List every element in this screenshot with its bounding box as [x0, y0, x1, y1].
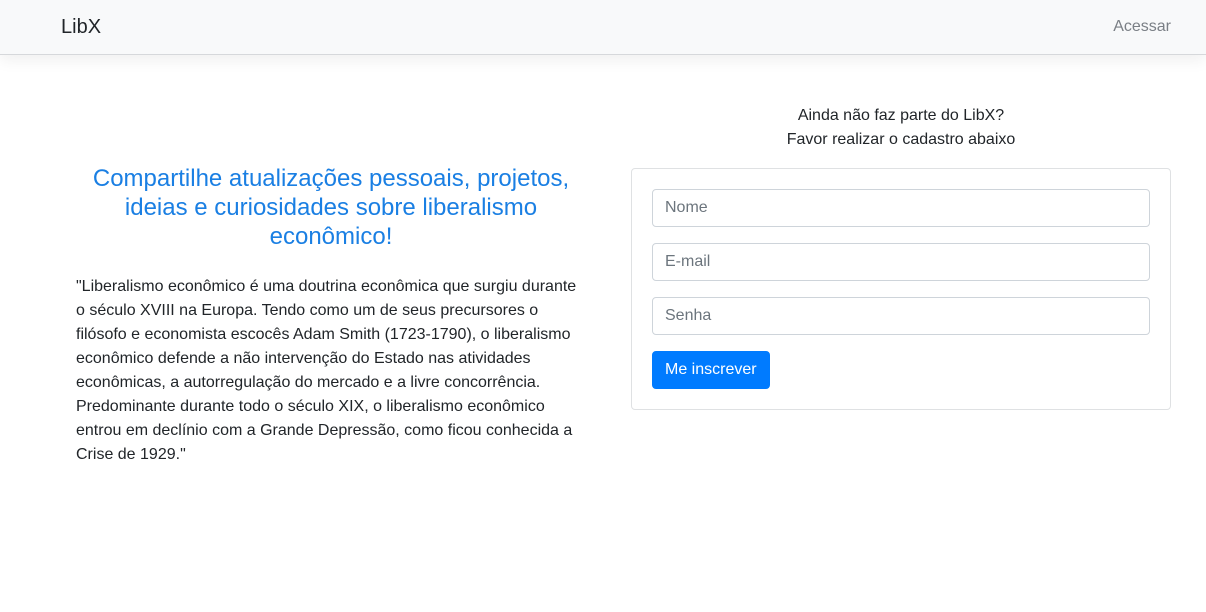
login-link[interactable]: Acessar [1113, 17, 1171, 37]
signup-form-card: Me inscrever [631, 168, 1171, 410]
hero-quote: "Liberalismo econômico é uma doutrina ec… [76, 278, 577, 463]
brand-logo-link[interactable]: LibX [61, 14, 101, 40]
name-field[interactable] [652, 189, 1150, 227]
top-navbar: LibX Acessar [0, 0, 1206, 55]
signup-intro-line1: Ainda não faz parte do LibX? [797, 107, 1005, 124]
hero-section: Compartilhe atualizações pessoais, proje… [76, 164, 586, 467]
email-field[interactable] [652, 243, 1150, 281]
signup-submit-button[interactable]: Me inscrever [652, 351, 770, 389]
signup-intro: Ainda não faz parte do LibX? Favor reali… [631, 104, 1171, 152]
hero-headline: Compartilhe atualizações pessoais, proje… [92, 165, 570, 250]
password-field[interactable] [652, 297, 1150, 335]
signup-intro-line2: Favor realizar o cadastro abaixo [786, 131, 1016, 148]
